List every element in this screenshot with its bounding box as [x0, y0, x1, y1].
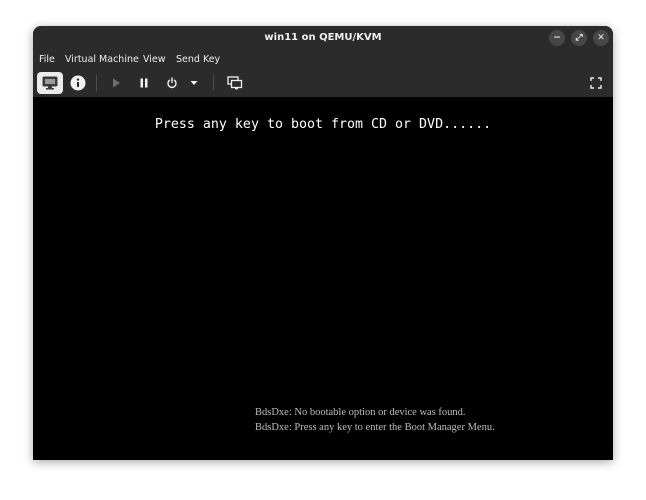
- console-view-button[interactable]: [37, 72, 63, 94]
- menu-bar: File Virtual Machine View Send Key: [33, 50, 613, 70]
- window-title: win11 on QEMU/KVM: [264, 32, 382, 43]
- power-menu-button[interactable]: [185, 72, 203, 94]
- fullscreen-button[interactable]: [583, 72, 609, 94]
- monitor-icon: [42, 76, 58, 90]
- dropdown-icon: [190, 81, 198, 85]
- boot-prompt-text: Press any key to boot from CD or DVD....…: [154, 117, 492, 132]
- minimize-button[interactable]: −: [549, 30, 565, 46]
- toolbar-separator: [96, 75, 97, 91]
- snapshots-button[interactable]: [222, 72, 248, 94]
- toolbar-separator: [213, 75, 214, 91]
- close-button[interactable]: ✕: [593, 30, 609, 46]
- info-icon: [70, 75, 86, 91]
- run-button[interactable]: [103, 72, 129, 94]
- bds-message-line: BdsDxe: No bootable option or device was…: [255, 407, 466, 418]
- pause-button[interactable]: [131, 72, 157, 94]
- play-icon: [113, 78, 120, 88]
- menu-view[interactable]: View: [143, 50, 166, 70]
- vm-window: win11 on QEMU/KVM − ⤢ ✕ File Virtual Mac…: [33, 26, 613, 460]
- pause-icon: [140, 78, 148, 88]
- snapshots-icon: [227, 76, 243, 90]
- title-bar[interactable]: win11 on QEMU/KVM − ⤢ ✕: [33, 26, 613, 50]
- details-button[interactable]: [65, 72, 91, 94]
- power-button[interactable]: [159, 72, 185, 94]
- menu-file[interactable]: File: [39, 50, 55, 70]
- fullscreen-icon: [590, 77, 602, 89]
- menu-virtual-machine[interactable]: Virtual Machine: [65, 50, 139, 70]
- maximize-button[interactable]: ⤢: [571, 30, 587, 46]
- bds-message-line: BdsDxe: Press any key to enter the Boot …: [255, 422, 495, 433]
- toolbar: [33, 70, 613, 97]
- vm-console-display[interactable]: Press any key to boot from CD or DVD....…: [33, 97, 613, 460]
- menu-send-key[interactable]: Send Key: [176, 50, 220, 70]
- power-icon: [167, 77, 177, 89]
